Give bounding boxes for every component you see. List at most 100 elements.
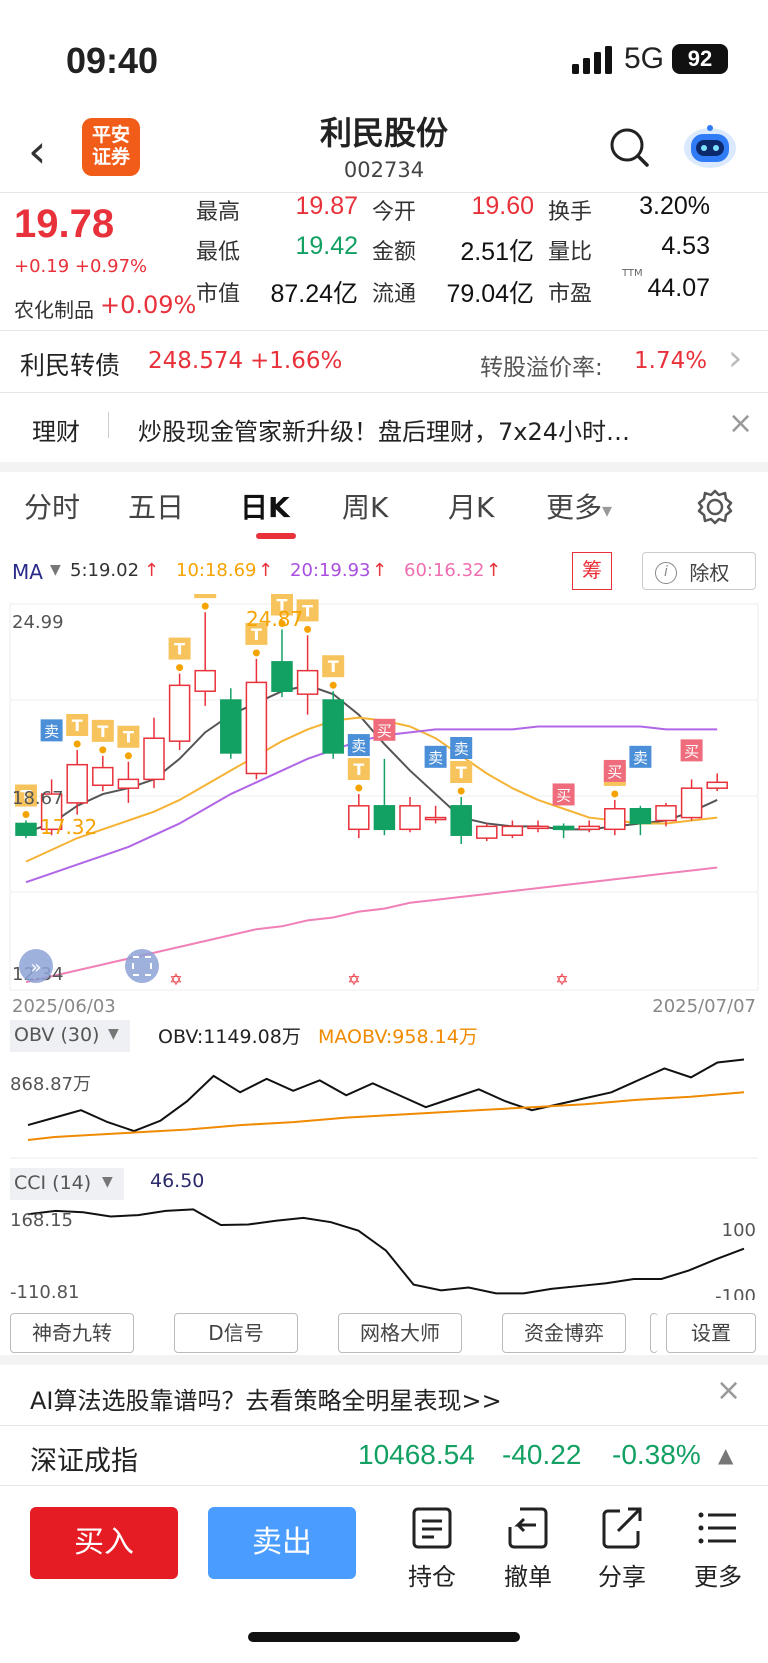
tab-0[interactable]: 分时: [24, 486, 80, 526]
candle-body: [399, 805, 421, 831]
T-signal-text: T: [456, 763, 467, 782]
signal-text: 卖: [454, 740, 469, 758]
cancel-order-button[interactable]: 撤单: [498, 1507, 558, 1592]
stat-value: 3.20%: [639, 192, 710, 220]
sector-change: +0.09%: [100, 291, 197, 319]
index-ticker[interactable]: 深证成指 10468.54 -40.22 -0.38% ▲: [0, 1425, 768, 1485]
index-change: -40.22: [502, 1439, 582, 1470]
cci-selector[interactable]: CCI (14) ▼: [10, 1168, 124, 1200]
signal-text: 买: [377, 722, 392, 740]
ma60-value: 60:16.32: [404, 560, 485, 581]
cci-line: [27, 1208, 745, 1295]
price-change: +0.19 +0.97%: [14, 256, 148, 277]
bond-change: +1.66%: [250, 348, 343, 374]
tool-button-1[interactable]: D信号: [174, 1313, 298, 1353]
signal-dot: [176, 664, 184, 672]
sector-name: 农化制品: [14, 298, 94, 322]
stat-label: 市值: [196, 282, 241, 307]
tool-button-overflow[interactable]: [650, 1313, 658, 1353]
obv-chart[interactable]: 868.87万: [0, 1052, 768, 1160]
caret-up-icon[interactable]: ▲: [718, 1443, 733, 1467]
candle-body: [706, 781, 728, 789]
signal-dot: [201, 602, 209, 610]
share-icon: [602, 1507, 642, 1549]
tool-button-4[interactable]: 设置: [666, 1313, 756, 1353]
cci-right-bottom-label: -100: [715, 1286, 756, 1300]
candle-body: [552, 825, 575, 831]
kline-chart[interactable]: TTTTTTTTTTTTT卖卖卖卖卖买买买买 24.99 18.67 12.34…: [0, 594, 768, 1030]
signal-dot: [252, 649, 260, 657]
robot-assistant-icon[interactable]: [682, 122, 738, 172]
status-bar: 09:40 5G 92: [0, 0, 768, 110]
signal-icon: [572, 46, 612, 74]
more-button[interactable]: 更多: [688, 1507, 748, 1592]
close-icon[interactable]: ×: [716, 1373, 741, 1408]
settings-gear-icon[interactable]: [696, 488, 734, 526]
expand-left-icon[interactable]: »: [19, 949, 53, 983]
stat-value: 44.07: [647, 274, 710, 302]
fullscreen-icon[interactable]: [125, 949, 159, 983]
T-signal-text: T: [123, 728, 134, 747]
section-gap: [0, 1355, 768, 1365]
current-price: 19.78: [14, 202, 115, 246]
chips-button[interactable]: 筹: [572, 552, 612, 590]
ma-label[interactable]: MA: [12, 560, 43, 584]
svg-text:»: »: [30, 957, 41, 978]
event-star-icon[interactable]: ✡: [347, 970, 360, 989]
close-icon[interactable]: ×: [728, 406, 753, 441]
obv-y-label: 868.87万: [10, 1074, 91, 1095]
tab-2[interactable]: 日K: [240, 486, 290, 526]
signal-text: 卖: [351, 737, 366, 755]
obv-line: [27, 1058, 745, 1133]
tab-1[interactable]: 五日: [128, 486, 184, 526]
tool-button-0[interactable]: 神奇九转: [10, 1313, 134, 1353]
caret-down-icon: ▼: [108, 1026, 119, 1042]
event-star-icon[interactable]: ✡: [555, 970, 568, 989]
cancel-order-icon: [508, 1507, 548, 1549]
cci-chart[interactable]: 168.15 -110.81 100 -100: [0, 1200, 768, 1300]
ai-banner[interactable]: AI算法选股靠谱吗？去看策略全明星表现>> ×: [0, 1365, 768, 1425]
maobv-value: MAOBV:958.14万: [318, 1026, 478, 1048]
signal-dot: [99, 746, 107, 754]
candle-body: [296, 669, 319, 695]
stock-code: 002734: [343, 158, 425, 182]
candle-body: [92, 766, 114, 786]
candle-body: [373, 805, 396, 831]
tool-button-3[interactable]: 资金博弈: [502, 1313, 626, 1353]
exright-button[interactable]: i 除权: [642, 552, 756, 590]
caret-down-icon[interactable]: ▼: [50, 562, 61, 578]
arrow-up-icon: ↑: [144, 560, 160, 581]
index-value: 10468.54: [358, 1439, 475, 1470]
share-button[interactable]: 分享: [592, 1507, 652, 1592]
finance-banner[interactable]: 理财 炒股现金管家新升级！盘后理财，7x24小时… ×: [0, 392, 768, 462]
active-tab-indicator: [256, 533, 296, 539]
stat-value: 19.42: [295, 232, 358, 260]
x-start-label: 2025/06/03: [12, 996, 116, 1017]
T-signal-text: T: [72, 716, 83, 735]
buy-button[interactable]: 买入: [30, 1507, 178, 1579]
tab-5[interactable]: 更多▾: [546, 486, 612, 526]
chevron-right-icon: ›: [728, 338, 743, 379]
signal-dot: [611, 790, 619, 798]
stat-value: 2.51亿: [460, 238, 534, 266]
search-icon[interactable]: [608, 126, 650, 168]
stat-value: 87.24亿: [270, 280, 358, 308]
sell-button[interactable]: 卖出: [208, 1507, 356, 1579]
premium-label: 转股溢价率:: [480, 355, 603, 381]
menu-list-icon: [698, 1512, 736, 1544]
holdings-button[interactable]: 持仓: [402, 1507, 462, 1592]
tool-button-2[interactable]: 网格大师: [338, 1313, 462, 1353]
event-star-icon[interactable]: ✡: [169, 970, 182, 989]
arrow-up-icon: ↑: [258, 560, 274, 581]
candle-body: [143, 737, 165, 781]
candle-body: [194, 669, 216, 692]
tab-4[interactable]: 月K: [448, 486, 494, 526]
tab-3[interactable]: 周K: [342, 486, 388, 526]
signal-text: 卖: [44, 722, 59, 740]
stat-value: 19.60: [471, 192, 534, 220]
obv-selector[interactable]: OBV (30) ▼: [10, 1020, 130, 1052]
candle-body: [117, 778, 140, 789]
convertible-bond-row[interactable]: 利民转债 248.574 +1.66% 转股溢价率: 1.74% ›: [0, 330, 768, 392]
candle-body: [476, 825, 498, 839]
signal-dot: [22, 811, 30, 819]
